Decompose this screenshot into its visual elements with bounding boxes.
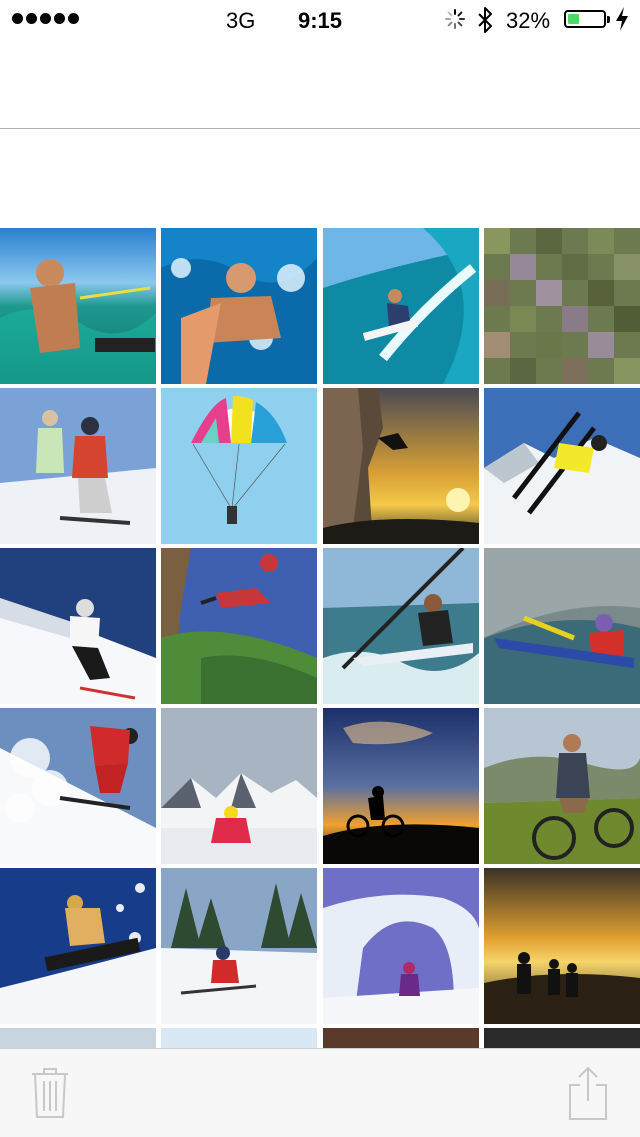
photo-thumbnail[interactable] (484, 1028, 640, 1048)
photo-thumbnail[interactable] (0, 868, 156, 1024)
photo-thumbnail[interactable] (161, 868, 317, 1024)
photo-thumbnail[interactable] (0, 548, 156, 704)
photo-thumbnail[interactable] (161, 708, 317, 864)
bottom-toolbar (0, 1048, 640, 1137)
photo-thumbnail[interactable] (323, 1028, 479, 1048)
photo-thumbnail[interactable] (484, 548, 640, 704)
navigation-bar (0, 40, 640, 129)
photo-thumbnail[interactable] (323, 228, 479, 384)
status-bar: 3G 9:15 32% (0, 0, 640, 40)
share-icon[interactable] (566, 1065, 610, 1121)
photo-thumbnail[interactable] (323, 548, 479, 704)
photo-thumbnail[interactable] (161, 388, 317, 544)
photo-thumbnail[interactable] (161, 548, 317, 704)
trash-icon[interactable] (30, 1067, 70, 1119)
bluetooth-icon (478, 7, 492, 33)
photo-thumbnail[interactable] (323, 388, 479, 544)
photo-thumbnail[interactable] (0, 708, 156, 864)
photo-thumbnail[interactable] (0, 1028, 156, 1048)
photo-thumbnail[interactable] (484, 228, 640, 384)
activity-spinner-icon (445, 9, 465, 29)
photo-thumbnail[interactable] (0, 388, 156, 544)
photo-thumbnail[interactable] (161, 228, 317, 384)
photo-thumbnail[interactable] (484, 388, 640, 544)
photo-thumbnail[interactable] (323, 868, 479, 1024)
photo-thumbnail[interactable] (484, 708, 640, 864)
battery-icon (564, 10, 610, 28)
battery-percent: 32% (506, 8, 551, 33)
photo-thumbnail[interactable] (161, 1028, 317, 1048)
photo-thumbnail[interactable] (0, 228, 156, 384)
photo-grid[interactable] (0, 228, 640, 1048)
photo-thumbnail[interactable] (484, 868, 640, 1024)
charging-bolt-icon (616, 7, 628, 31)
photo-thumbnail[interactable] (323, 708, 479, 864)
